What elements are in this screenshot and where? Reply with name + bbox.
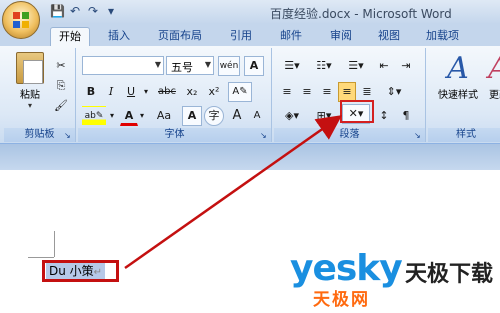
tab-page-layout[interactable]: 页面布局	[150, 27, 210, 46]
customize-qat-icon[interactable]: ▾	[104, 4, 118, 18]
margin-corner-mark	[54, 231, 55, 257]
tab-references[interactable]: 引用	[222, 27, 260, 46]
paste-button[interactable]: 粘贴 ▾	[12, 52, 48, 114]
tab-view[interactable]: 视图	[370, 27, 408, 46]
paste-icon	[16, 52, 44, 84]
align-left-button[interactable]: ≡	[278, 82, 296, 102]
watermark-cn-name: 天极下载	[405, 262, 494, 287]
strikethrough-button[interactable]: abc	[154, 82, 180, 102]
chevron-down-icon: ▼	[204, 60, 211, 69]
redo-icon[interactable]: ↷	[86, 4, 100, 18]
chevron-down-icon[interactable]: ▾	[138, 106, 146, 126]
multilevel-list-button[interactable]: ☰▾	[342, 56, 370, 76]
styles-group: A 快速样式 A 更改 样式	[428, 48, 500, 142]
styles-group-label: 样式	[428, 128, 500, 142]
dialog-launcher-icon[interactable]: ↘	[64, 131, 73, 140]
char-shading-button[interactable]: A	[182, 106, 202, 126]
dialog-launcher-icon[interactable]: ↘	[414, 131, 423, 140]
clipboard-group: 粘贴 ▾ ✂ ⎘ 🖌 剪贴板 ↘	[4, 48, 76, 142]
justify-button[interactable]: ≡	[338, 82, 356, 102]
font-name-combo[interactable]: ▼	[82, 56, 164, 75]
sort-button[interactable]: ↕	[374, 106, 394, 126]
quick-styles-label: 快速样式	[438, 90, 478, 101]
decrease-indent-button[interactable]: ⇤	[374, 56, 394, 76]
clear-format-button[interactable]: A✎	[228, 82, 252, 102]
ribbon: 粘贴 ▾ ✂ ⎘ 🖌 剪贴板 ↘ ▼ 五号 ▼ wén A B I U ▾ ab…	[0, 46, 500, 144]
borders-button[interactable]: ⊞▾	[310, 106, 338, 126]
font-size-value: 五号	[171, 61, 193, 74]
change-styles-label: 更改	[489, 90, 500, 101]
line-spacing-button[interactable]: ⇕▾	[380, 82, 408, 102]
chevron-down-icon[interactable]: ▾	[108, 106, 116, 126]
italic-button[interactable]: I	[102, 82, 120, 102]
align-center-button[interactable]: ≡	[298, 82, 316, 102]
margin-corner-mark	[28, 257, 54, 258]
bullets-button[interactable]: ☰▾	[278, 56, 306, 76]
quick-styles-button[interactable]: A 快速样式	[432, 52, 484, 112]
enclose-char-button[interactable]: 字	[204, 106, 224, 126]
office-button[interactable]	[2, 1, 40, 39]
font-group-label: 字体	[78, 128, 271, 142]
format-painter-icon[interactable]: 🖌	[52, 96, 70, 116]
button-highlight-box	[340, 100, 374, 123]
shrink-font-button[interactable]: A	[248, 106, 266, 126]
chevron-down-icon: ▼	[154, 60, 161, 69]
undo-icon[interactable]: ↶	[68, 4, 82, 18]
font-group: ▼ 五号 ▼ wén A B I U ▾ abc x₂ x² A✎ ab✎ ▾ …	[78, 48, 272, 142]
selection-highlight-box	[42, 260, 119, 282]
show-marks-button[interactable]: ¶	[396, 106, 416, 126]
paragraph-group-label: 段落	[274, 128, 425, 142]
watermark-cn-sub: 天极网	[313, 290, 370, 310]
save-icon[interactable]: 💾	[50, 4, 65, 18]
shading-button[interactable]: ◈▾	[278, 106, 306, 126]
ribbon-tabs: 开始 插入 页面布局 引用 邮件 审阅 视图 加载项	[0, 24, 500, 46]
tab-mailings[interactable]: 邮件	[272, 27, 310, 46]
numbering-button[interactable]: ☷▾	[310, 56, 338, 76]
dialog-launcher-icon[interactable]: ↘	[260, 131, 269, 140]
tab-home[interactable]: 开始	[50, 27, 90, 46]
grow-font-button[interactable]: A	[228, 106, 246, 126]
superscript-button[interactable]: x²	[204, 82, 224, 102]
increase-indent-button[interactable]: ⇥	[396, 56, 416, 76]
chevron-down-icon: ▾	[27, 101, 32, 110]
office-logo-icon	[13, 12, 29, 28]
phonetic-guide-button[interactable]: wén	[218, 56, 240, 76]
distributed-button[interactable]: ≣	[358, 82, 376, 102]
char-border-button[interactable]: A	[244, 56, 264, 76]
watermark-brand: yesky	[290, 248, 403, 289]
quick-styles-icon: A	[447, 51, 469, 86]
underline-button[interactable]: U	[122, 82, 140, 102]
tab-insert[interactable]: 插入	[100, 27, 138, 46]
tab-review[interactable]: 审阅	[322, 27, 360, 46]
font-color-button[interactable]: A	[120, 106, 138, 126]
document-frame	[0, 144, 500, 170]
change-styles-icon: A	[484, 52, 500, 86]
title-bar: 💾 ↶ ↷ ▾ 百度经验.docx - Microsoft Word	[0, 0, 500, 24]
chevron-down-icon[interactable]: ▾	[142, 82, 150, 102]
change-case-button[interactable]: Aa	[150, 106, 178, 126]
window-title: 百度经验.docx - Microsoft Word	[270, 7, 452, 21]
cut-icon[interactable]: ✂	[52, 56, 70, 76]
subscript-button[interactable]: x₂	[182, 82, 202, 102]
font-size-combo[interactable]: 五号 ▼	[166, 56, 214, 75]
paragraph-group: ☰▾ ☷▾ ☰▾ ⇤ ⇥ ≡ ≡ ≡ ≡ ≣ ⇕▾ ◈▾ ⊞▾ ✕▾ ↕ ¶ 段…	[274, 48, 426, 142]
change-styles-button[interactable]: A 更改	[484, 52, 500, 112]
bold-button[interactable]: B	[82, 82, 100, 102]
tab-addins[interactable]: 加载项	[418, 27, 467, 46]
quick-access-toolbar: 💾 ↶ ↷ ▾	[50, 4, 118, 18]
paste-label: 粘贴	[20, 90, 40, 101]
highlight-button[interactable]: ab✎	[82, 106, 106, 126]
align-right-button[interactable]: ≡	[318, 82, 336, 102]
copy-icon[interactable]: ⎘	[52, 76, 70, 96]
